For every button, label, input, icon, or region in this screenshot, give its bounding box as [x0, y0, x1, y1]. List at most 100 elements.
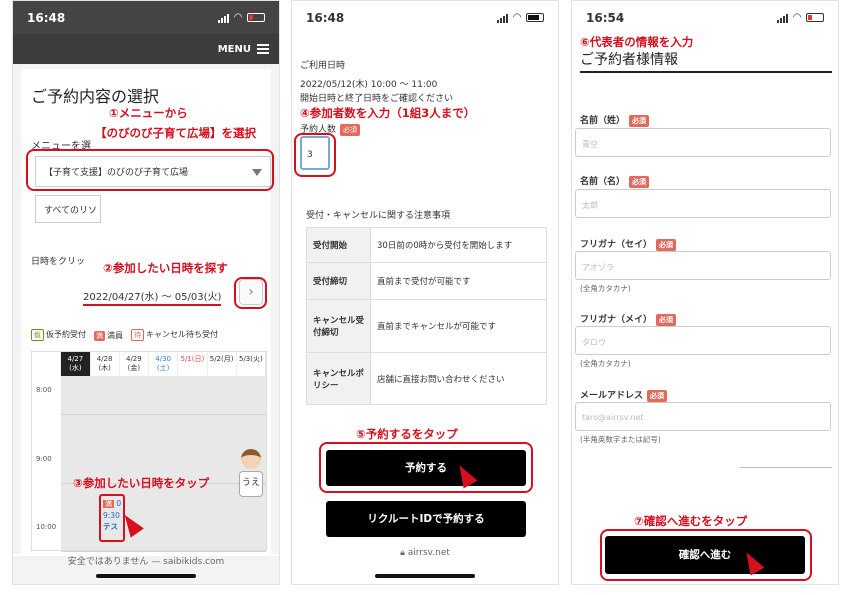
legend-badge: 待 — [131, 329, 144, 341]
rule-value: 直前までキャンセルが可能です — [370, 299, 547, 353]
legend-item: 仮仮予約受付 — [31, 329, 86, 341]
field-note: (半角英数字または記号) — [580, 435, 661, 444]
calendar-day-date: 5/1(日) — [180, 355, 205, 363]
divider — [740, 467, 832, 468]
calendar-day-weekday: (水) — [69, 364, 82, 372]
hamburger-icon[interactable] — [257, 44, 269, 54]
grid-line — [61, 551, 266, 552]
last-name-input[interactable]: 青空 — [575, 128, 831, 157]
calendar-day-weekday: (金) — [127, 364, 141, 372]
calendar-grid — [61, 376, 266, 552]
battery-icon — [247, 13, 265, 22]
url-text: airrsv.net — [407, 548, 450, 558]
time-label: 9:00 — [36, 455, 52, 463]
menu-label[interactable]: MENU — [218, 44, 251, 55]
calendar-day-weekday: (土) — [156, 364, 170, 372]
highlight-people-input — [294, 133, 336, 177]
signal-icon — [497, 13, 509, 23]
title-underline — [580, 71, 832, 73]
calendar-day-date: 4/27 — [67, 355, 84, 363]
wifi-icon: ◠ — [513, 12, 521, 23]
calendar-day-date: 4/30 — [155, 355, 171, 363]
calendar-day-date: 4/28 — [96, 355, 113, 363]
annotation-step1b: 【のびのび子育て広場】を選択 — [95, 126, 256, 140]
calendar-day-header: 4/28 (木) — [90, 352, 120, 376]
rule-key: キャンセル受付締切 — [306, 299, 371, 353]
highlight-confirm-button — [600, 529, 812, 581]
field-label: 名前（名） 必須 — [580, 174, 650, 188]
resource-select-value: すべてのリソ — [44, 205, 98, 216]
annotation-step6: ⑥代表者の情報を入力 — [580, 35, 694, 49]
date-value: 2022/05/12(木) 10:00 〜 11:00 — [300, 80, 438, 90]
calendar-day-header: 4/29 (金) — [119, 352, 149, 376]
last-name-kana-input[interactable]: アオゾラ — [575, 251, 831, 280]
url-bar[interactable]: 🔒︎ airrsv.net — [292, 548, 558, 558]
grid-line — [61, 414, 266, 415]
annotation-step3: ③参加したい日時をタップ — [73, 476, 210, 490]
status-icons: ◠ — [497, 12, 544, 23]
legend-badge: 満 — [94, 330, 105, 341]
date-label: ご利用日時 — [300, 61, 346, 71]
email-input[interactable]: taro@airrsv.net — [575, 402, 831, 431]
booking-calendar: 4/27 (水) 4/28 (木) 4/29 (金) 4/30 (土) 5/1(日) 5/2(月)… — [31, 351, 267, 552]
wifi-icon: ◠ — [793, 12, 801, 23]
field-note: (全角カタカナ) — [580, 359, 631, 368]
annotation-step1a: ①メニューから — [109, 106, 188, 120]
mascot-head — [241, 449, 261, 469]
signal-icon — [777, 13, 789, 23]
battery-icon — [526, 13, 544, 22]
home-indicator — [375, 574, 475, 578]
highlight-next-button — [234, 277, 267, 309]
battery-icon — [806, 13, 824, 22]
annotation-step7: ⑦確認へ進むをタップ — [634, 514, 748, 528]
field-label: 名前（姓） 必須 — [580, 113, 650, 127]
required-badge: 必須 — [340, 123, 361, 136]
status-time: 16:54 — [586, 10, 625, 25]
status-icons: ◠ — [777, 12, 824, 23]
page-title: ご予約者様情報 — [580, 52, 678, 68]
time-label: 10:00 — [36, 523, 57, 531]
rule-value: 直前まで受付が可能です — [370, 262, 547, 300]
status-bar: 16:48 ◠ — [13, 1, 279, 34]
status-time: 16:48 — [306, 10, 345, 25]
date-instruction-label: 日時をクリッ — [31, 257, 86, 267]
required-badge: 必須 — [656, 313, 677, 326]
date-note: 開始日時と終了日時をご確認ください — [300, 94, 454, 104]
first-name-kana-input[interactable]: タロウ — [575, 326, 831, 355]
table-row: キャンセルポリシー 店舗に直接お問い合わせください — [306, 352, 547, 405]
legend-text: キャンセル待ち受付 — [146, 330, 218, 339]
wifi-icon: ◠ — [234, 12, 242, 23]
resource-select[interactable]: すべてのリソ — [35, 195, 101, 223]
legend-text: 仮予約受付 — [46, 330, 86, 339]
field-label-text: フリガナ（メイ） — [580, 315, 653, 325]
rule-key: キャンセルポリシー — [306, 352, 371, 405]
required-badge: 必須 — [656, 238, 677, 251]
url-bar[interactable]: 安全ではありません — saibikids.com — [13, 554, 279, 567]
signal-icon — [218, 13, 230, 23]
calendar-day-header: 5/1(日) — [178, 352, 208, 376]
home-indicator — [96, 574, 196, 578]
status-time: 16:48 — [27, 10, 66, 25]
phone-screen-menu-selection: 16:48 ◠ MENU ご予約内容の選択 ①メニューから 【のびのび子育て広場… — [12, 0, 280, 585]
calendar-day-header: 5/2(月) — [207, 352, 237, 376]
lock-icon: 🔒︎ — [400, 548, 408, 558]
calendar-header: 4/27 (水) 4/28 (木) 4/29 (金) 4/30 (土) 5/1(日) 5/2(月)… — [32, 352, 266, 376]
table-row: 受付開始 30日前の0時から受付を開始します — [306, 227, 547, 263]
page-title: ご予約内容の選択 — [31, 87, 160, 106]
table-row: 受付締切 直前まで受付が可能です — [306, 262, 547, 300]
phone-screen-customer-info: 16:54 ◠ ⑥代表者の情報を入力 ご予約者様情報 名前（姓） 必須 青空 名前… — [571, 0, 839, 585]
field-label-text: メールアドレス — [580, 391, 644, 401]
highlight-reserve-button — [319, 442, 533, 493]
first-name-input[interactable]: 太郎 — [575, 189, 831, 218]
field-note: (全角カタカナ) — [580, 284, 631, 293]
phone-screen-reservation-details: 16:48 ◠ ご利用日時 2022/05/12(木) 10:00 〜 11:0… — [291, 0, 559, 585]
calendar-day-weekday: (木) — [98, 364, 111, 372]
legend-item: 満満員 — [94, 330, 123, 341]
legend-text: 満員 — [107, 330, 123, 340]
highlight-menu-select — [26, 149, 274, 191]
rule-key: 受付締切 — [306, 262, 371, 300]
calendar-day-date: 5/3(火) — [239, 355, 263, 363]
field-label: メールアドレス 必須 — [580, 388, 668, 402]
status-bar: 16:48 ◠ — [292, 1, 558, 34]
recruit-id-reserve-button[interactable]: リクルートIDで予約する — [326, 501, 526, 537]
